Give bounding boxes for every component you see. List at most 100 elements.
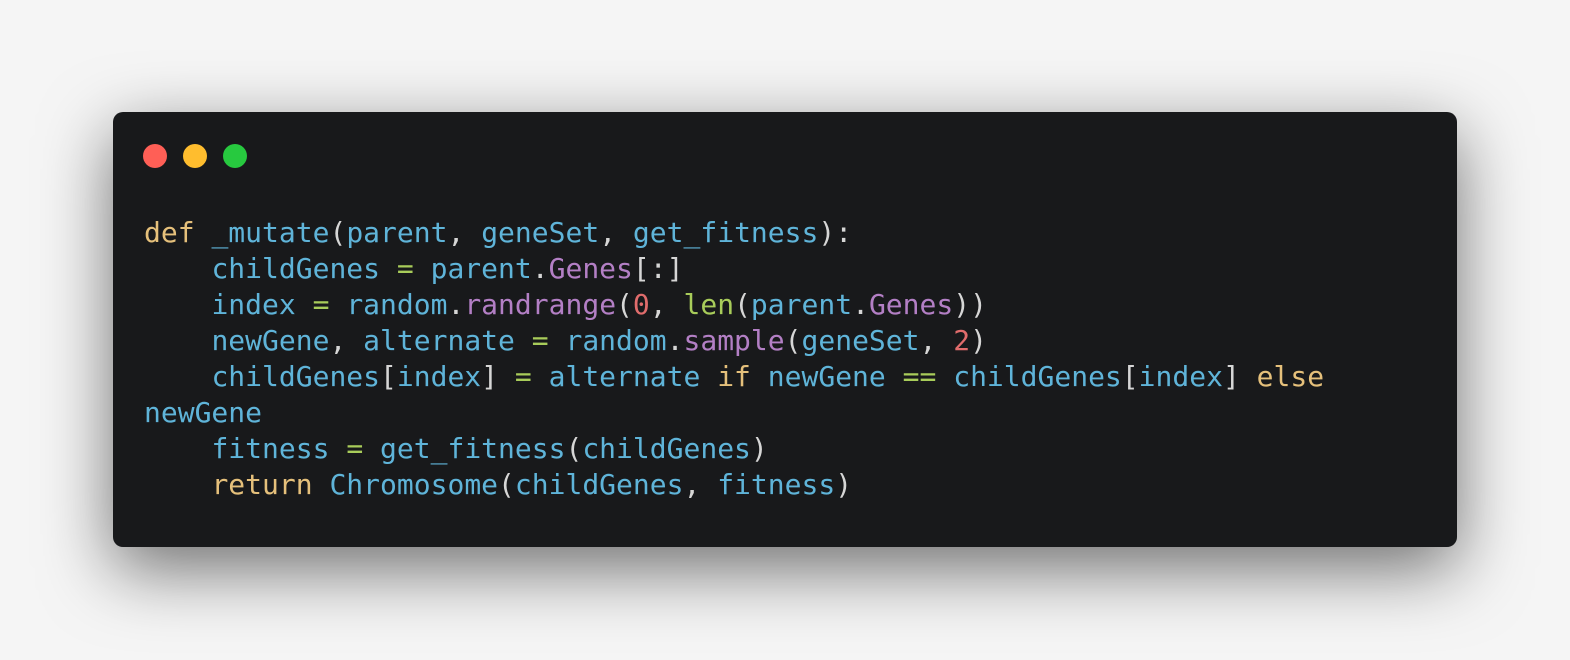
code-token-operator: = (312, 288, 330, 321)
code-token-keyword: def (144, 216, 195, 249)
code-token-punct: [:] (632, 252, 684, 285)
code-token-punct (313, 468, 330, 501)
code-token-punct (144, 252, 211, 285)
code-token-punct: , (329, 324, 364, 357)
code-token-punct (195, 216, 212, 249)
code-token-ident: index (1138, 360, 1223, 393)
code-token-punct: , (683, 468, 718, 501)
code-token-number: 0 (632, 288, 650, 321)
code-token-operator: = (531, 324, 549, 357)
code-token-punct (144, 288, 211, 321)
code-token-ident: get_fitness (380, 432, 566, 465)
code-line: def _mutate(parent, geneSet, get_fitness… (144, 215, 1324, 251)
code-token-ident: alternate (548, 360, 701, 393)
code-line: childGenes = parent.Genes[:] (144, 251, 1324, 287)
code-line: index = random.randrange(0, len(parent.G… (144, 287, 1324, 323)
code-token-keyword: return (211, 468, 313, 501)
code-token-punct: ( (329, 216, 347, 249)
code-token-ident: childGenes (582, 432, 751, 465)
code-token-punct: ( (498, 468, 515, 501)
code-token-ident: newGene (767, 360, 886, 393)
code-token-ident: newGene (211, 324, 330, 357)
code-token-ident: childGenes (953, 360, 1122, 393)
code-token-ident: geneSet (481, 216, 600, 249)
code-token-punct (380, 252, 397, 285)
code-token-ident: get_fitness (632, 216, 819, 249)
code-token-punct (886, 360, 903, 393)
code-token-ident: parent (750, 288, 853, 321)
code-token-punct: )) (953, 288, 987, 321)
code-token-attr: randrange (464, 288, 617, 321)
code-token-attr: Genes (868, 288, 954, 321)
code-token-operator: == (902, 360, 937, 393)
minimize-dot-icon[interactable] (183, 144, 207, 168)
code-token-punct: ] (481, 360, 515, 393)
code-token-punct: [ (380, 360, 397, 393)
code-token-punct: . (531, 252, 549, 285)
code-token-ident: index (211, 288, 296, 321)
code-token-punct: . (852, 288, 869, 321)
code-token-punct (515, 324, 532, 357)
code-token-ident: childGenes (211, 360, 381, 393)
code-token-ident: index (396, 360, 482, 393)
code-token-punct: , (599, 216, 633, 249)
code-token-punct: ) (835, 468, 853, 501)
code-token-number: 2 (953, 324, 971, 357)
code-line: childGenes[index] = alternate if newGene… (144, 359, 1324, 395)
code-token-ident: fitness (211, 432, 330, 465)
code-token-punct (144, 432, 211, 465)
code-token-builtin: len (683, 288, 735, 321)
code-window: def _mutate(parent, geneSet, get_fitness… (113, 112, 1457, 547)
code-token-operator: = (514, 360, 532, 393)
code-token-ident: parent (430, 252, 532, 285)
code-token-keyword: if (717, 360, 751, 393)
code-token-ident: Chromosome (329, 468, 499, 501)
code-token-ident: childGenes (211, 252, 381, 285)
code-block: def _mutate(parent, geneSet, get_fitness… (144, 215, 1324, 503)
code-token-attr: Genes (548, 252, 633, 285)
code-token-punct: . (666, 324, 684, 357)
code-token-punct: ( (734, 288, 751, 321)
code-token-ident: parent (346, 216, 448, 249)
code-token-punct (296, 288, 313, 321)
code-token-keyword: else (1256, 360, 1325, 393)
code-token-punct (363, 432, 380, 465)
code-token-punct: , (649, 288, 684, 321)
maximize-dot-icon[interactable] (223, 144, 247, 168)
code-token-punct: . (447, 288, 465, 321)
code-token-ident: _mutate (211, 216, 330, 249)
code-token-ident: newGene (144, 396, 263, 429)
code-token-punct (532, 360, 549, 393)
code-token-punct (144, 360, 211, 393)
code-line: fitness = get_fitness(childGenes) (144, 431, 1324, 467)
code-token-punct: ( (784, 324, 802, 357)
close-dot-icon[interactable] (143, 144, 167, 168)
code-token-punct (144, 324, 211, 357)
code-token-punct: ) (750, 432, 768, 465)
code-token-ident: fitness (717, 468, 836, 501)
code-token-punct: , (919, 324, 954, 357)
code-line: return Chromosome(childGenes, fitness) (144, 467, 1324, 503)
code-token-ident: random (346, 288, 448, 321)
code-line: newGene, alternate = random.sample(geneS… (144, 323, 1324, 359)
code-line: newGene (144, 395, 1324, 431)
code-token-operator: = (396, 252, 414, 285)
code-token-punct: ( (565, 432, 583, 465)
code-token-punct (700, 360, 717, 393)
code-token-ident: random (565, 324, 667, 357)
code-token-punct: ] (1222, 360, 1257, 393)
code-token-ident: geneSet (801, 324, 920, 357)
code-token-punct (751, 360, 768, 393)
code-token-punct (414, 252, 431, 285)
code-token-punct: , (447, 216, 482, 249)
code-token-attr: sample (683, 324, 785, 357)
code-token-punct: ) (970, 324, 987, 357)
code-token-punct (329, 288, 346, 321)
code-token-punct (329, 432, 346, 465)
code-token-punct: ): (818, 216, 853, 249)
code-token-ident: childGenes (514, 468, 684, 501)
code-token-punct (549, 324, 566, 357)
code-token-punct: ( (616, 288, 633, 321)
code-token-operator: = (346, 432, 364, 465)
code-token-punct (936, 360, 953, 393)
